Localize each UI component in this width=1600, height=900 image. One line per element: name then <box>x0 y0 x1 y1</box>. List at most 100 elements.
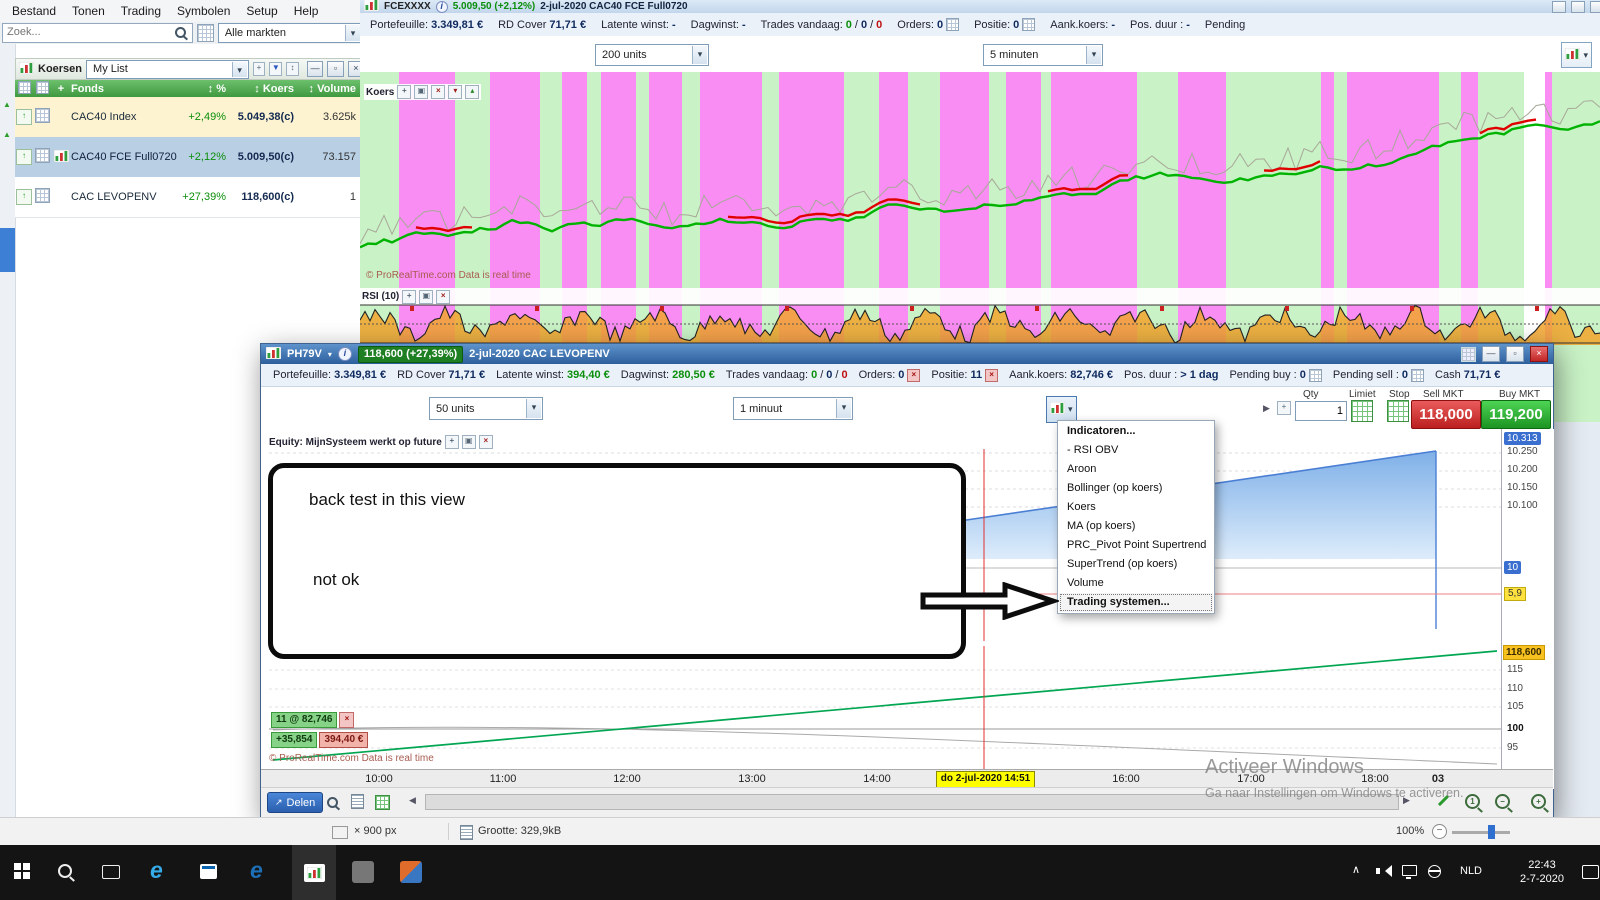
internet-explorer-icon[interactable]: e <box>250 859 263 882</box>
clock[interactable]: 22:43 2-7-2020 <box>1510 858 1574 886</box>
network-icon[interactable] <box>1402 865 1417 879</box>
menu-trading[interactable]: Trading <box>113 2 169 20</box>
market-filter-select[interactable]: Alle markten <box>217 23 362 43</box>
scroll-left-icon[interactable] <box>409 795 416 806</box>
header-grid-icon[interactable] <box>17 80 31 94</box>
menu-setup[interactable]: Setup <box>238 2 285 20</box>
price-scale[interactable]: 10.313 10.250 10.200 10.150 10.100 10 5,… <box>1501 429 1554 789</box>
table-row[interactable]: CAC40 Index +2,49% 5.049,38(c) 3.625k <box>15 97 360 138</box>
buy-arrow-icon[interactable] <box>16 149 32 165</box>
maximize-icon[interactable] <box>1506 346 1524 362</box>
menu-item-bollinger[interactable]: Bollinger (op koers) <box>1059 479 1213 498</box>
menu-symbolen[interactable]: Symbolen <box>169 2 238 20</box>
header-tools-icon[interactable] <box>51 83 71 95</box>
pane-window-icon[interactable] <box>461 435 476 449</box>
stop-order-icon[interactable] <box>1387 400 1409 422</box>
volume-icon[interactable] <box>1376 865 1392 877</box>
sell-mkt-button[interactable]: 118,000 <box>1411 400 1481 429</box>
tray-expand-icon[interactable] <box>1352 863 1360 876</box>
notes-icon[interactable] <box>351 794 364 809</box>
zoom-out-icon[interactable] <box>1495 794 1510 809</box>
prorealtime-app-icon[interactable] <box>292 845 336 900</box>
calendar-icon[interactable] <box>196 24 214 42</box>
pane-close-icon[interactable] <box>478 435 493 449</box>
trading-window-titlebar[interactable]: PH79V 118,600 (+27,39%) 2-jul-2020 CAC L… <box>261 344 1553 364</box>
keyboard-icon[interactable] <box>1461 346 1476 362</box>
task-view-icon[interactable] <box>102 865 120 879</box>
search-input[interactable] <box>3 24 183 40</box>
zoom-slider-track[interactable] <box>1452 831 1510 834</box>
calendar-app-icon[interactable] <box>200 864 217 879</box>
orderbook-icon[interactable] <box>34 108 50 123</box>
pane-close-icon[interactable] <box>431 85 446 99</box>
snipping-tool-icon[interactable] <box>352 861 374 883</box>
indicator-menu-button[interactable] <box>1561 42 1592 68</box>
minimize-icon[interactable] <box>1482 346 1500 362</box>
menu-item-supertrend[interactable]: SuperTrend (op koers) <box>1059 555 1213 574</box>
indicator-menu-button[interactable] <box>1046 396 1077 423</box>
buy-arrow-icon[interactable] <box>16 189 32 205</box>
cancel-orders-icon[interactable] <box>907 368 921 382</box>
close-position-icon[interactable] <box>985 368 999 382</box>
pane-down-icon[interactable] <box>448 85 463 99</box>
edge-icon[interactable]: e <box>150 859 163 882</box>
limit-order-icon[interactable] <box>1351 400 1373 422</box>
position-icon[interactable] <box>1022 18 1036 31</box>
header-grid-icon[interactable] <box>35 80 49 94</box>
timeframe-select[interactable]: 1 minuut <box>733 397 853 420</box>
close-position-icon[interactable] <box>339 712 355 728</box>
language-indicator[interactable]: NLD <box>1460 865 1482 877</box>
start-button[interactable] <box>14 863 30 879</box>
search-icon[interactable] <box>174 27 186 38</box>
action-center-icon[interactable] <box>1582 865 1599 879</box>
menu-item-volume[interactable]: Volume <box>1059 574 1213 593</box>
zoom-reset-icon[interactable] <box>1465 794 1480 809</box>
zoom-in-icon[interactable] <box>1531 794 1546 809</box>
buy-mkt-button[interactable]: 119,200 <box>1481 400 1551 429</box>
menu-item-koers[interactable]: Koers <box>1059 498 1213 517</box>
pane-settings-icon[interactable] <box>402 289 417 304</box>
symbol-dropdown-icon[interactable] <box>328 350 332 359</box>
pane-window-icon[interactable] <box>414 85 429 99</box>
menu-item-ma[interactable]: MA (op koers) <box>1059 517 1213 536</box>
qty-input[interactable] <box>1295 401 1347 421</box>
maximize-icon[interactable] <box>1571 0 1585 13</box>
zoom-out-button[interactable] <box>1432 824 1447 839</box>
rail-up-icon[interactable] <box>3 130 11 139</box>
paint-app-icon[interactable] <box>400 861 422 883</box>
orderbook-icon[interactable] <box>34 188 50 203</box>
pane-window-icon[interactable] <box>419 289 434 304</box>
buy-arrow-icon[interactable] <box>16 109 32 125</box>
close-icon[interactable] <box>1530 346 1548 362</box>
menu-item-aroon[interactable]: Aroon <box>1059 460 1213 479</box>
menu-tonen[interactable]: Tonen <box>64 2 113 20</box>
menu-item-trading-systemen[interactable]: Trading systemen... <box>1059 593 1213 612</box>
units-select[interactable]: 50 units <box>429 397 543 420</box>
table-row-selected[interactable]: CAC40 FCE Full0720 +2,12% 5.009,50(c) 73… <box>15 137 360 178</box>
menu-item-rsi-obv[interactable]: - RSI OBV <box>1059 441 1213 460</box>
menu-item-prc-pivot[interactable]: PRC_Pivot Point Supertrend <box>1059 536 1213 555</box>
orderbook-icon[interactable] <box>34 148 50 163</box>
menu-item-indicatoren[interactable]: Indicatoren... <box>1059 422 1213 441</box>
taskbar-search-icon[interactable] <box>58 864 72 878</box>
list-settings-icon[interactable] <box>252 62 266 76</box>
maximize-icon[interactable] <box>327 61 344 77</box>
minimize-icon[interactable] <box>306 61 324 77</box>
wifi-icon[interactable] <box>1428 865 1441 878</box>
col-koers[interactable]: Koers <box>226 83 294 95</box>
pending-sell-icon[interactable] <box>1411 368 1425 382</box>
minimize-icon[interactable] <box>1552 0 1566 13</box>
rail-up-icon[interactable] <box>3 100 11 109</box>
watchlist-list-select[interactable]: My List <box>86 59 249 79</box>
close-icon[interactable] <box>1590 0 1600 13</box>
pane-up-icon[interactable] <box>465 85 480 99</box>
pending-buy-icon[interactable] <box>1308 368 1322 382</box>
col-volume[interactable]: Volume <box>294 83 358 95</box>
share-button[interactable]: Delen <box>267 792 324 813</box>
price-chart[interactable] <box>269 646 1501 769</box>
orders-icon[interactable] <box>946 18 960 31</box>
sort-icon[interactable] <box>286 62 299 76</box>
expand-icon[interactable] <box>1263 403 1270 414</box>
col-pct[interactable]: % <box>179 83 226 95</box>
download-icon[interactable] <box>269 62 283 76</box>
